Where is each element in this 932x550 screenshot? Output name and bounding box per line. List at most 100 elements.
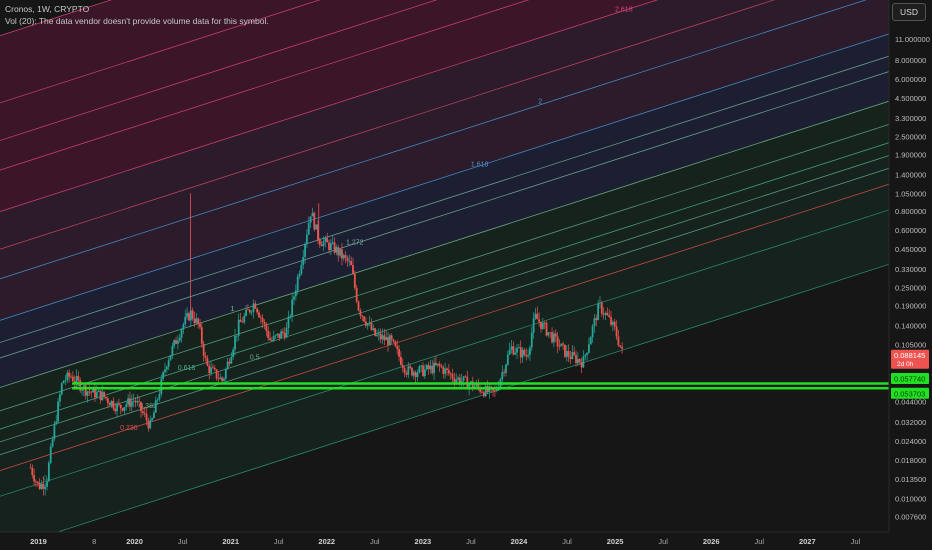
candle-body — [195, 318, 198, 323]
candle-body — [589, 337, 592, 345]
candle-body — [455, 379, 458, 383]
candle-body — [381, 335, 384, 340]
candle-body — [335, 247, 338, 253]
currency-button[interactable]: USD — [892, 3, 926, 21]
candle-body — [462, 376, 465, 381]
candle-body — [95, 391, 98, 398]
candle-body — [164, 369, 166, 373]
candle-body — [431, 365, 434, 374]
candle-body — [602, 313, 605, 315]
price-tick-label: 1.900000 — [895, 150, 926, 159]
candle-body — [444, 368, 447, 374]
candle-body — [374, 328, 377, 336]
candle-body — [401, 364, 404, 368]
candle-body — [339, 249, 341, 256]
candle-body — [447, 369, 450, 374]
candle-body — [385, 337, 388, 341]
fib-level-label: 1.618 — [471, 162, 489, 169]
candle-body — [538, 319, 541, 323]
candle-body — [376, 334, 378, 336]
candle-body — [42, 483, 45, 489]
candle-body — [392, 339, 395, 342]
price-tick-label: 0.330000 — [895, 265, 926, 274]
candle-body — [556, 336, 559, 347]
time-tick-label: 2026 — [703, 537, 720, 546]
candle-body — [296, 276, 299, 291]
candle-body — [341, 249, 343, 259]
candle-body — [427, 365, 430, 370]
candle-body — [420, 365, 423, 367]
time-tick-label: Jul — [754, 537, 764, 546]
volume-note: Vol (20): The data vendor doesn't provid… — [5, 16, 269, 26]
candle-body — [263, 322, 266, 325]
candle-body — [558, 346, 561, 348]
candle-body — [329, 243, 332, 250]
support-price-label: 0.057740 — [894, 375, 925, 384]
time-tick-label: Jul — [466, 537, 476, 546]
candle-body — [60, 383, 63, 395]
time-tick-label: 2027 — [799, 537, 816, 546]
candle-body — [175, 340, 177, 344]
candle-body — [287, 316, 290, 329]
time-tick-label: 2022 — [318, 537, 335, 546]
candle-body — [521, 349, 524, 358]
candle-body — [118, 403, 120, 405]
candle-body — [149, 420, 152, 429]
candle-body — [353, 273, 356, 288]
candle-body — [252, 303, 255, 312]
candle-body — [438, 363, 441, 366]
candle-body — [418, 366, 421, 373]
candle-body — [193, 318, 196, 323]
price-tick-label: 0.032000 — [895, 418, 926, 427]
time-tick-label: Jul — [851, 537, 861, 546]
candle-body — [212, 367, 214, 369]
candle-body — [405, 372, 408, 375]
candle-body — [394, 341, 397, 347]
candle-body — [270, 340, 273, 341]
candle-body — [182, 324, 185, 330]
candle-body — [578, 359, 581, 363]
candle-body — [197, 318, 200, 324]
price-tick-label: 6.000000 — [895, 75, 926, 84]
candle-body — [552, 333, 555, 343]
candle-body — [433, 362, 435, 374]
candle-body — [457, 377, 459, 380]
candle-body — [313, 212, 316, 230]
candle-body — [501, 371, 504, 380]
candle-body — [370, 322, 373, 330]
candle-body — [31, 467, 34, 476]
candle-body — [180, 329, 183, 338]
candle-body — [248, 309, 251, 313]
candle-body — [55, 421, 58, 424]
price-tick-label: 2.500000 — [895, 132, 926, 141]
candle-body — [610, 317, 612, 325]
candle-body — [532, 318, 535, 333]
candle-body — [119, 404, 122, 409]
candle-body — [621, 346, 623, 349]
support-price-label: 0.053703 — [894, 389, 925, 398]
candle-body — [141, 411, 144, 414]
price-tick-label: 4.500000 — [895, 94, 926, 103]
candle-body — [167, 360, 170, 367]
price-tick-label: 3.300000 — [895, 114, 926, 123]
candle-body — [147, 420, 150, 429]
candle-body — [272, 335, 275, 341]
candle-body — [298, 273, 301, 277]
chart-canvas[interactable]: 00.2360.3820.50.61811.2721.61822.6183236… — [0, 0, 932, 550]
candle-body — [383, 335, 386, 341]
candle-body — [116, 403, 118, 412]
candle-body — [33, 475, 36, 482]
candle-body — [239, 319, 242, 322]
candle-body — [176, 340, 179, 344]
candle-body — [565, 350, 568, 357]
candle-body — [46, 481, 48, 487]
candle-body — [51, 438, 54, 447]
chart-legend: Cronos, 1W, CRYPTO Vol (20): The data ve… — [5, 3, 269, 27]
candle-body — [495, 389, 498, 391]
candle-body — [593, 318, 596, 327]
candle-body — [361, 315, 364, 317]
candle-body — [237, 319, 240, 336]
candle-body — [265, 324, 268, 332]
candle-body — [73, 381, 76, 383]
candle-body — [215, 369, 218, 379]
